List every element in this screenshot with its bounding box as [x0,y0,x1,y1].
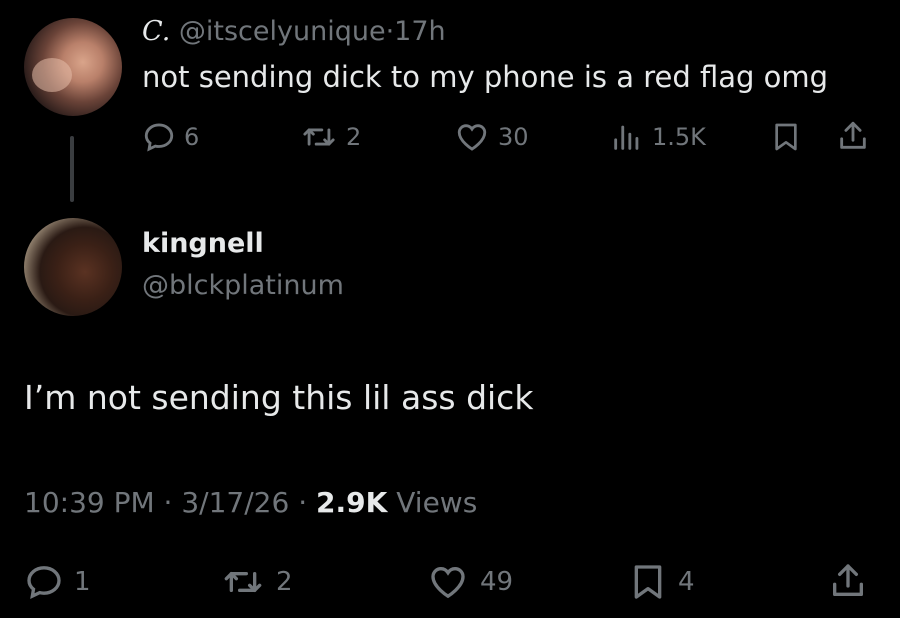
tweet-text: not sending dick to my phone is a red fl… [142,60,829,94]
bookmark-button[interactable]: 4 [628,562,695,602]
share-button[interactable] [836,118,870,154]
repost-count: 2 [346,123,362,151]
share-icon [833,564,863,596]
repost-icon [303,128,335,146]
avatar[interactable] [24,18,122,116]
views-icon [614,125,639,150]
like-count: 30 [498,123,529,151]
timestamp[interactable]: 10:39 PM [24,486,155,519]
bookmark-count: 4 [678,567,695,597]
tweet-text: I’m not sending this lil ass dick [24,378,534,417]
timestamp[interactable]: 17h [394,16,445,47]
views-label: Views [396,486,478,519]
reply-count: 6 [184,123,200,151]
views-count: 2.9K [316,486,388,519]
bookmark-icon [634,565,662,599]
like-button[interactable]: 30 [454,120,529,154]
repost-count: 2 [276,567,293,597]
views-button[interactable]: 1.5K [610,120,706,154]
bookmark-button[interactable] [770,120,802,154]
like-count: 49 [480,567,514,597]
repost-button[interactable]: 2 [220,562,293,602]
like-button[interactable]: 49 [426,562,513,602]
reply-icon [144,123,174,152]
views-count: 1.5K [652,123,706,151]
reply-count: 1 [74,567,91,597]
display-name[interactable]: kingnell [142,228,264,259]
separator: · [385,16,395,47]
separator: · [298,486,308,519]
bookmark-icon [775,123,797,151]
thread-connector [70,136,74,202]
repost-icon [224,572,262,592]
tweet-header: C. @itscelyunique·17h [142,16,446,47]
like-icon [457,124,487,151]
handle[interactable]: @itscelyunique [179,16,386,47]
like-icon [431,566,465,599]
reply-icon [27,566,61,600]
share-icon [840,121,866,149]
display-name[interactable]: C. [142,16,170,47]
avatar[interactable] [24,218,122,316]
repost-button[interactable]: 2 [300,120,361,154]
separator: · [163,486,173,519]
date[interactable]: 3/17/26 [181,486,289,519]
handle[interactable]: @blckplatinum [142,270,344,301]
share-button[interactable] [828,560,868,602]
reply-button[interactable]: 6 [142,120,199,154]
tweet-metadata: 10:39 PM · 3/17/26 · 2.9K Views [24,486,477,519]
reply-button[interactable]: 1 [24,562,91,602]
